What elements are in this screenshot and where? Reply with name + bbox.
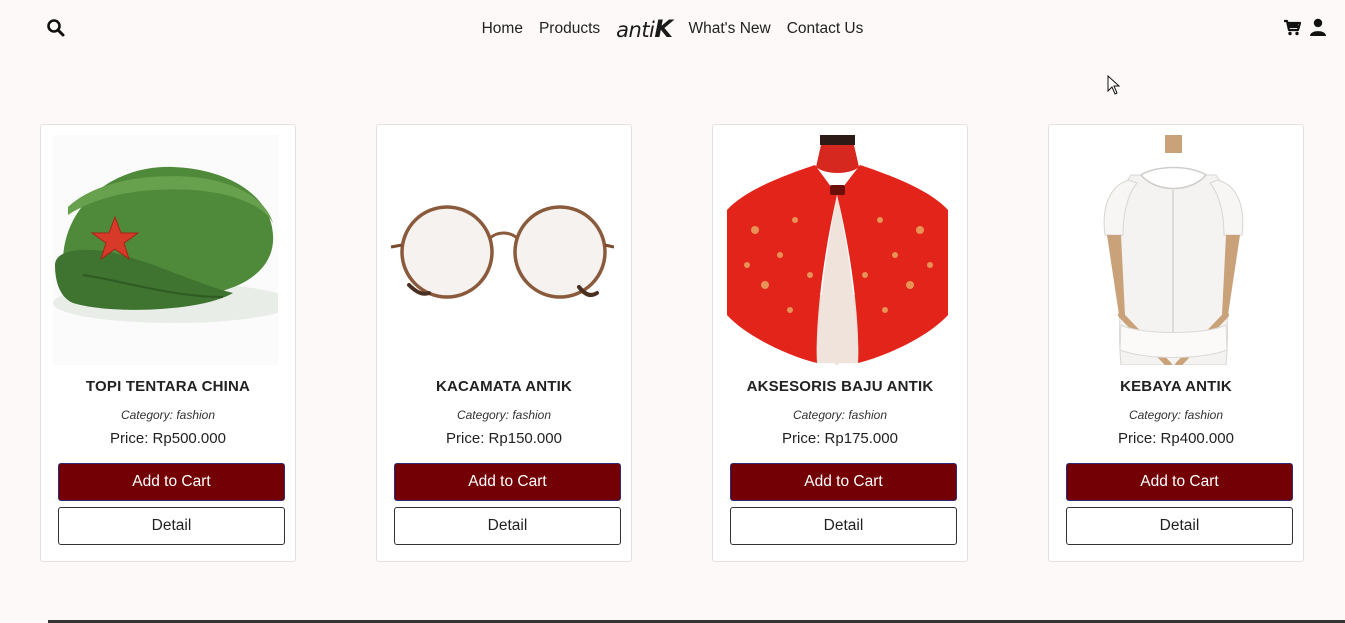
product-title: TOPI TENTARA CHINA bbox=[85, 378, 251, 395]
navbar: Home Products antiK What's New Contact U… bbox=[0, 0, 1345, 56]
product-category: Category: fashion bbox=[456, 408, 552, 422]
add-to-cart-button[interactable]: Add to Cart bbox=[730, 463, 957, 501]
brand-logo[interactable]: antiK bbox=[608, 17, 680, 41]
product-image-cape[interactable] bbox=[725, 135, 950, 365]
product-category: Category: fashion bbox=[120, 408, 216, 422]
product-title: AKSESORIS BAJU ANTIK bbox=[746, 378, 934, 395]
army-cap-image bbox=[53, 135, 278, 365]
product-image-kebaya[interactable] bbox=[1061, 135, 1286, 365]
white-blouse-image bbox=[1061, 135, 1286, 365]
brand-logo-suffix: K bbox=[654, 15, 673, 43]
red-cape-image bbox=[725, 135, 950, 365]
mouse-cursor bbox=[1107, 75, 1121, 95]
product-price: Price: Rp175.000 bbox=[782, 430, 898, 447]
product-category: Category: fashion bbox=[792, 408, 888, 422]
nav-home-link[interactable]: Home bbox=[474, 20, 531, 38]
product-card: KEBAYA ANTIK Category: fashion Price: Rp… bbox=[1048, 124, 1304, 562]
product-price: Price: Rp400.000 bbox=[1118, 430, 1234, 447]
product-category: Category: fashion bbox=[1128, 408, 1224, 422]
product-title: KEBAYA ANTIK bbox=[1120, 378, 1232, 395]
product-price: Price: Rp150.000 bbox=[446, 430, 562, 447]
nav-actions bbox=[1283, 18, 1327, 36]
detail-button[interactable]: Detail bbox=[394, 507, 621, 545]
product-card: AKSESORIS BAJU ANTIK Category: fashion P… bbox=[712, 124, 968, 562]
add-to-cart-button[interactable]: Add to Cart bbox=[58, 463, 285, 501]
user-icon[interactable] bbox=[1309, 18, 1327, 36]
product-price: Price: Rp500.000 bbox=[110, 430, 226, 447]
add-to-cart-button[interactable]: Add to Cart bbox=[1066, 463, 1293, 501]
nav-products-link[interactable]: Products bbox=[531, 20, 608, 38]
detail-button[interactable]: Detail bbox=[1066, 507, 1293, 545]
round-glasses-image bbox=[389, 135, 614, 365]
add-to-cart-button[interactable]: Add to Cart bbox=[394, 463, 621, 501]
nav-contact-link[interactable]: Contact Us bbox=[779, 20, 872, 38]
product-title: KACAMATA ANTIK bbox=[435, 378, 573, 395]
product-image-hat[interactable] bbox=[53, 135, 278, 365]
nav-whats-new-link[interactable]: What's New bbox=[681, 20, 779, 38]
brand-logo-prefix: anti bbox=[616, 18, 655, 42]
product-card: KACAMATA ANTIK Category: fashion Price: … bbox=[376, 124, 632, 562]
detail-button[interactable]: Detail bbox=[58, 507, 285, 545]
product-image-glasses[interactable] bbox=[389, 135, 614, 365]
product-card: TOPI TENTARA CHINA Category: fashion Pri… bbox=[40, 124, 296, 562]
detail-button[interactable]: Detail bbox=[730, 507, 957, 545]
cart-icon[interactable] bbox=[1283, 18, 1301, 36]
main-nav: Home Products antiK What's New Contact U… bbox=[0, 14, 1345, 44]
